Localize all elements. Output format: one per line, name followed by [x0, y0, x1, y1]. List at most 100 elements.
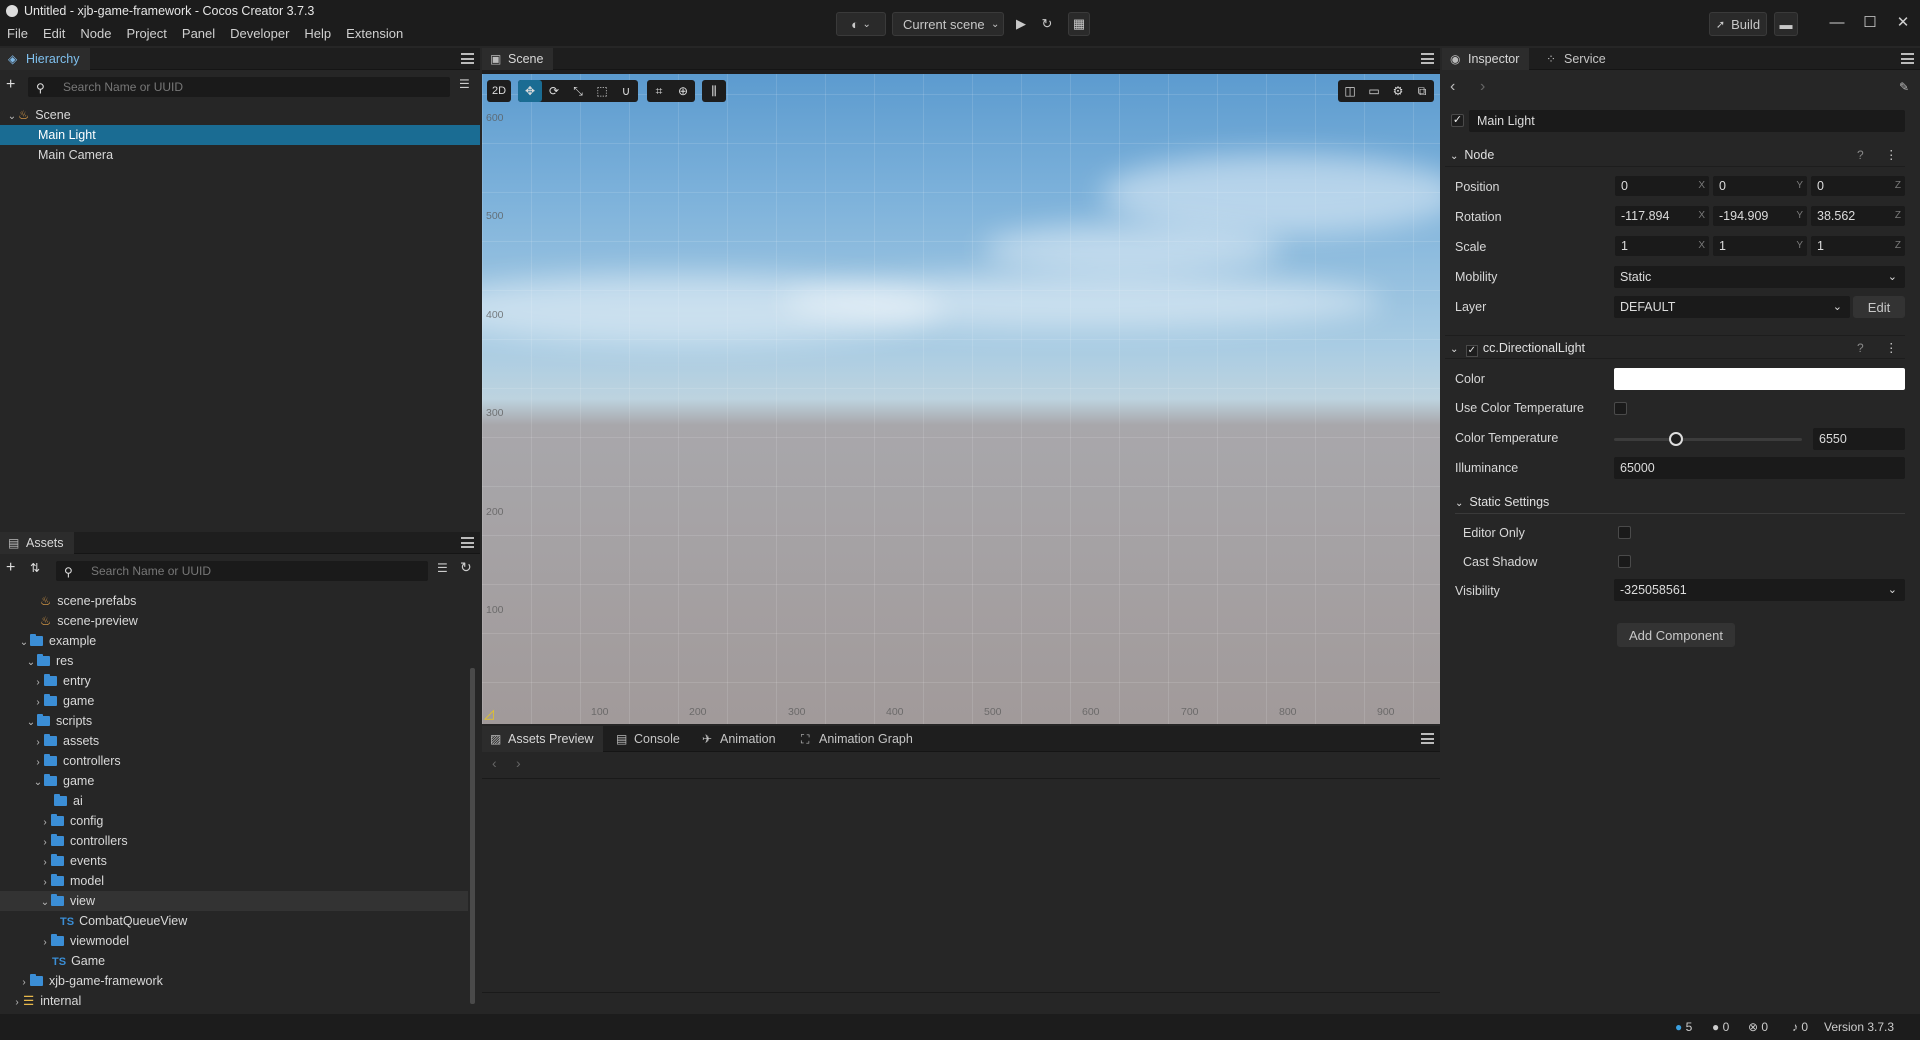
open-folder-button[interactable]: ▬: [1774, 12, 1798, 36]
asset-folder[interactable]: › game: [0, 691, 94, 711]
menu-node[interactable]: Node: [73, 22, 119, 46]
build-button[interactable]: ➚ Build: [1709, 12, 1767, 36]
help-icon[interactable]: ?: [1857, 336, 1864, 360]
scale-tool-icon[interactable]: ⤡: [566, 80, 590, 102]
asset-folder[interactable]: › entry: [0, 671, 91, 691]
gizmo-icon[interactable]: ⧉: [1410, 80, 1434, 102]
menu-developer[interactable]: Developer: [223, 22, 297, 46]
tab-hierarchy[interactable]: ◈ Hierarchy: [0, 48, 90, 70]
asset-folder[interactable]: ⌄ scripts: [0, 711, 92, 731]
notification-count[interactable]: ♪ 0: [1792, 1020, 1808, 1034]
asset-item[interactable]: ♨ scene-prefabs: [0, 591, 136, 611]
rotate-tool-icon[interactable]: ⟳: [542, 80, 566, 102]
editor-only-checkbox[interactable]: [1618, 526, 1631, 539]
color-temperature-slider-knob[interactable]: [1669, 432, 1684, 446]
refresh-button[interactable]: ↻: [1038, 12, 1056, 36]
static-settings-header[interactable]: ⌄ Static Settings: [1455, 490, 1905, 514]
visibility-select[interactable]: -325058561 ⌄: [1614, 579, 1905, 601]
asset-folder[interactable]: › assets: [0, 731, 99, 751]
asset-folder[interactable]: › controllers: [0, 751, 121, 771]
rotation-z-input[interactable]: 38.562 Z: [1811, 206, 1905, 226]
color-temperature-slider-track[interactable]: [1614, 438, 1802, 441]
asset-script[interactable]: TS Game: [0, 951, 105, 971]
asset-folder[interactable]: › viewmodel: [0, 931, 129, 951]
asset-script[interactable]: TS CombatQueueView: [0, 911, 187, 931]
panel-menu-icon[interactable]: [461, 53, 474, 64]
tab-inspector[interactable]: ◉ Inspector: [1442, 48, 1530, 70]
node-active-checkbox[interactable]: ✓: [1451, 114, 1464, 127]
platform-select[interactable]: ◐ ⌄: [836, 12, 886, 36]
asset-folder[interactable]: ai: [0, 791, 83, 811]
add-node-icon[interactable]: +: [6, 76, 15, 94]
tab-service[interactable]: ⁘ Service: [1538, 48, 1616, 70]
component-enabled-checkbox[interactable]: ✓: [1465, 345, 1478, 357]
scale-y-input[interactable]: 1Y: [1713, 236, 1807, 256]
menu-help[interactable]: Help: [297, 22, 339, 46]
qr-code-button[interactable]: ▦: [1068, 12, 1090, 36]
minimize-button[interactable]: —: [1822, 12, 1852, 34]
scale-x-input[interactable]: 1X: [1615, 236, 1709, 256]
panel-menu-icon[interactable]: [1421, 733, 1434, 744]
move-tool-icon[interactable]: ✥: [518, 80, 542, 102]
asset-folder[interactable]: › model: [0, 871, 104, 891]
menu-edit[interactable]: Edit: [36, 22, 73, 46]
panel-menu-icon[interactable]: [1421, 53, 1434, 64]
tab-console[interactable]: ▤ Console: [608, 726, 690, 752]
asset-folder[interactable]: ⌄ view: [0, 891, 468, 911]
illuminance-input[interactable]: 65000: [1614, 457, 1905, 479]
info-count[interactable]: ● 5: [1675, 1020, 1692, 1034]
rotation-y-input[interactable]: -194.909 Y: [1713, 206, 1807, 226]
asset-folder[interactable]: › xjb-game-framework: [0, 971, 163, 991]
asset-folder[interactable]: ⌄ example: [0, 631, 96, 651]
asset-folder[interactable]: › events: [0, 851, 107, 871]
cast-shadow-checkbox[interactable]: [1618, 555, 1631, 568]
panel-menu-icon[interactable]: [461, 537, 474, 548]
pivot-icon[interactable]: ⌗: [647, 80, 671, 102]
warning-count[interactable]: ● 0: [1712, 1020, 1729, 1034]
back-arrow-icon[interactable]: ‹: [1450, 78, 1455, 96]
asset-item[interactable]: ♨ scene-preview: [0, 611, 138, 631]
menu-file[interactable]: File: [0, 22, 36, 46]
asset-db[interactable]: › ☰ internal: [0, 991, 81, 1011]
back-arrow-icon[interactable]: ‹: [492, 755, 497, 771]
pin-icon[interactable]: ✎: [1899, 80, 1909, 94]
position-x-input[interactable]: 0X: [1615, 176, 1709, 196]
play-button[interactable]: ▶: [1010, 12, 1032, 36]
scene-select[interactable]: Current scene ⌄: [892, 12, 1004, 36]
more-options-icon[interactable]: ⋮: [1885, 143, 1898, 167]
menu-panel[interactable]: Panel: [175, 22, 223, 46]
asset-folder[interactable]: › controllers: [0, 831, 128, 851]
color-swatch[interactable]: [1614, 368, 1905, 390]
error-count[interactable]: ⊗ 0: [1748, 1020, 1768, 1034]
layer-edit-button[interactable]: Edit: [1853, 296, 1905, 318]
asset-folder[interactable]: › config: [0, 811, 103, 831]
rect-tool-icon[interactable]: ⬚: [590, 80, 614, 102]
directional-light-header[interactable]: ⌄ ✓ cc.DirectionalLight ? ⋮: [1445, 335, 1905, 359]
mobility-select[interactable]: Static ⌄: [1614, 266, 1905, 288]
forward-arrow-icon[interactable]: ›: [1480, 78, 1485, 96]
tree-node-scene[interactable]: ⌄ ♨ Scene: [0, 105, 480, 125]
tree-node-main-camera[interactable]: Main Camera: [0, 145, 480, 165]
tab-animation-graph[interactable]: ⛶ Animation Graph: [793, 726, 923, 752]
close-button[interactable]: ✕: [1888, 12, 1918, 34]
position-z-input[interactable]: 0Z: [1811, 176, 1905, 196]
settings-gear-icon[interactable]: ⚙: [1386, 80, 1410, 102]
use-color-temperature-checkbox[interactable]: [1614, 402, 1627, 415]
filter-list-icon[interactable]: ☰: [437, 561, 448, 575]
tab-assets[interactable]: ▤ Assets: [0, 532, 74, 554]
position-y-input[interactable]: 0Y: [1713, 176, 1807, 196]
hierarchy-search-input[interactable]: ⚲ Search Name or UUID: [28, 77, 450, 97]
asset-folder[interactable]: ⌄ res: [0, 651, 73, 671]
assets-scrollbar[interactable]: [470, 668, 475, 1004]
node-name-input[interactable]: Main Light: [1469, 110, 1905, 132]
assets-search-input[interactable]: ⚲ Search Name or UUID: [56, 561, 428, 581]
camera-icon[interactable]: ▭: [1362, 80, 1386, 102]
2d-toggle-button[interactable]: 2D: [487, 80, 511, 102]
add-asset-icon[interactable]: +: [6, 559, 15, 577]
scene-viewport[interactable]: 600 500 400 300 200 100 100 200 300 400 …: [482, 74, 1440, 724]
panel-menu-icon[interactable]: [1901, 53, 1914, 64]
more-options-icon[interactable]: ⋮: [1885, 336, 1898, 360]
refresh-icon[interactable]: ↻: [460, 559, 472, 576]
sort-icon[interactable]: ⇅: [30, 561, 40, 575]
tab-animation[interactable]: ✈ Animation: [694, 726, 786, 752]
